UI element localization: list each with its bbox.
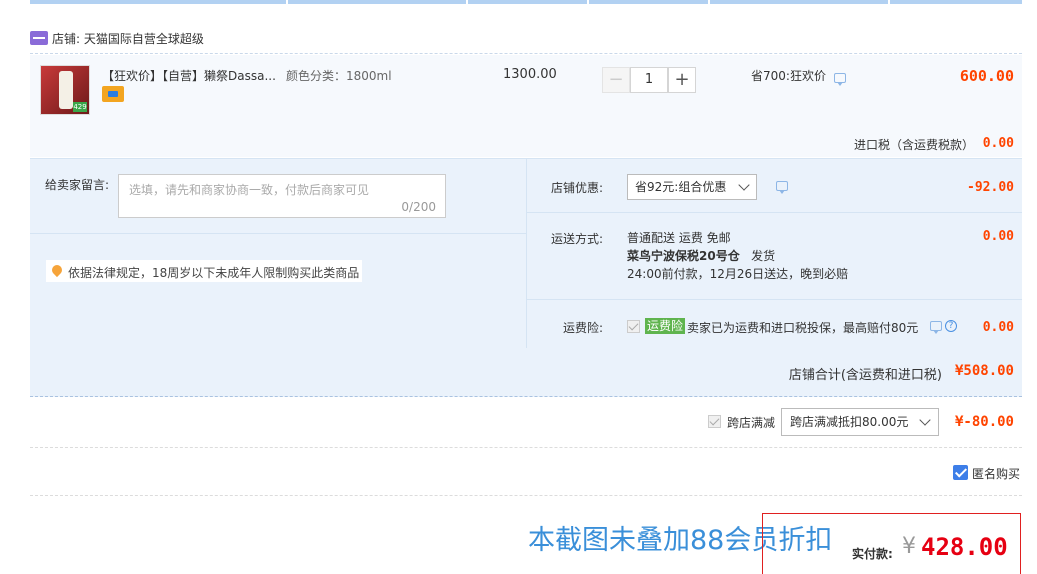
checkout-page: 店铺: 天猫国际自营全球超级 429 【狂欢价】【自营】獭祭Dassa... 颜… xyxy=(0,0,1037,574)
shop-total-value: ¥508.00 xyxy=(954,363,1014,379)
message-panel: 给卖家留言: 选填，请先和商家协商一致，付款后商家可见 0/200 依据法律规定… xyxy=(30,159,526,349)
chat-icon[interactable] xyxy=(776,181,788,194)
quantity-decrease-button[interactable]: − xyxy=(602,67,630,93)
product-thumbnail[interactable]: 429 xyxy=(40,65,90,115)
store-discount-row: 店铺优惠: 省92元:组合优惠 -92.00 xyxy=(527,159,1022,213)
delivery-promise: 24:00前付款，12月26日送达，晚到必赔 xyxy=(627,267,849,281)
shipping-method: 普通配送 运费 免邮 xyxy=(627,231,731,245)
chat-icon[interactable] xyxy=(834,73,846,86)
chevron-down-icon xyxy=(919,414,931,426)
warehouse-name: 菜鸟宁波保税20号仓 xyxy=(627,249,740,263)
store-discount-label: 店铺优惠: xyxy=(551,181,604,195)
age-restriction-text: 依据法律规定，18周岁以下未成年人限制购买此类商品 xyxy=(68,266,360,280)
insurance-checkbox[interactable] xyxy=(627,320,640,333)
shop-icon xyxy=(30,31,48,45)
anonymous-label[interactable]: 匿名购买 xyxy=(972,465,1020,482)
location-pin-icon xyxy=(49,262,65,278)
shop-name[interactable]: 店铺: 天猫国际自营全球超级 xyxy=(52,30,204,47)
char-counter: 0/200 xyxy=(401,200,436,214)
chevron-down-icon xyxy=(738,179,750,191)
promo-text: 省700:狂欢价 xyxy=(751,69,826,83)
insurance-label: 运费险: xyxy=(563,321,604,335)
store-discount-select[interactable]: 省92元:组合优惠 xyxy=(627,174,757,200)
help-icon[interactable]: ? xyxy=(945,320,957,332)
anonymous-checkbox[interactable] xyxy=(953,465,968,480)
options-panel: 店铺优惠: 省92元:组合优惠 -92.00 运送方式: 普通配送 运费 免邮 … xyxy=(526,159,1022,349)
cross-store-selected: 跨店满减抵扣80.00元 xyxy=(790,415,909,429)
seller-message-input[interactable]: 选填，请先和商家协商一致，付款后商家可见 0/200 xyxy=(118,174,446,218)
quantity-increase-button[interactable]: + xyxy=(668,67,696,93)
payment-label: 实付款: xyxy=(852,547,893,561)
order-item: 429 【狂欢价】【自营】獭祭Dassa... 颜色分类：1800ml 1300… xyxy=(30,55,1022,157)
insurance-badge: 运费险 xyxy=(645,318,686,334)
cross-store-label: 跨店满减 xyxy=(727,416,776,430)
insurance-row: 运费险: 运费险 卖家已为运费和进口税投保，最高赔付80元 ? 0.00 xyxy=(527,301,1022,349)
quantity-input[interactable]: 1 xyxy=(630,67,668,93)
chat-icon[interactable] xyxy=(930,321,942,334)
cross-store-discount-row: 跨店满减 跨店满减抵扣80.00元 ¥-80.00 xyxy=(30,398,1022,448)
shipping-label: 运送方式: xyxy=(551,232,604,246)
payment-amount: 428.00 xyxy=(921,533,1008,561)
item-total: 600.00 xyxy=(959,67,1014,85)
payment-summary: 实付款: ¥ 428.00 xyxy=(762,513,1021,574)
shipping-value: 0.00 xyxy=(982,229,1014,244)
cross-store-select[interactable]: 跨店满减抵扣80.00元 xyxy=(781,408,939,436)
unit-price: 1300.00 xyxy=(503,67,557,82)
import-tax-value: 0.00 xyxy=(982,136,1014,151)
top-divider xyxy=(30,0,1022,4)
import-tax-label: 进口税（含运费税款） xyxy=(854,138,975,152)
age-restriction-notice: 依据法律规定，18周岁以下未成年人限制购买此类商品 xyxy=(46,260,362,282)
anonymous-purchase-row: 匿名购买 xyxy=(30,448,1022,496)
shop-header: 店铺: 天猫国际自营全球超级 xyxy=(30,22,1022,54)
warehouse-suffix: 发货 xyxy=(751,249,776,263)
cross-store-value: ¥-80.00 xyxy=(954,414,1014,430)
shop-total-label: 店铺合计(含运费和进口税) xyxy=(788,368,942,383)
shipping-row: 运送方式: 普通配送 运费 免邮 菜鸟宁波保税20号仓 发货 24:00前付款，… xyxy=(527,214,1022,300)
shop-total-row: 店铺合计(含运费和进口税) ¥508.00 xyxy=(30,348,1022,397)
store-discount-selected: 省92元:组合优惠 xyxy=(635,180,727,194)
seller-message-label: 给卖家留言: xyxy=(45,178,110,192)
insurance-value: 0.00 xyxy=(982,320,1014,335)
seller-message-placeholder: 选填，请先和商家协商一致，付款后商家可见 xyxy=(129,183,370,197)
shipping-details: 普通配送 运费 免邮 菜鸟宁波保税20号仓 发货 24:00前付款，12月26日… xyxy=(627,229,848,283)
insurance-text: 卖家已为运费和进口税投保，最高赔付80元 xyxy=(687,321,919,335)
card-payment-icon xyxy=(102,86,124,102)
store-discount-value: -92.00 xyxy=(967,180,1014,195)
product-attribute: 颜色分类：1800ml xyxy=(286,69,392,83)
currency-symbol: ¥ xyxy=(902,534,916,559)
order-options: 给卖家留言: 选填，请先和商家协商一致，付款后商家可见 0/200 依据法律规定… xyxy=(30,158,1022,349)
product-title[interactable]: 【狂欢价】【自营】獭祭Dassa... xyxy=(102,67,292,84)
cross-store-checkbox[interactable] xyxy=(708,415,721,428)
